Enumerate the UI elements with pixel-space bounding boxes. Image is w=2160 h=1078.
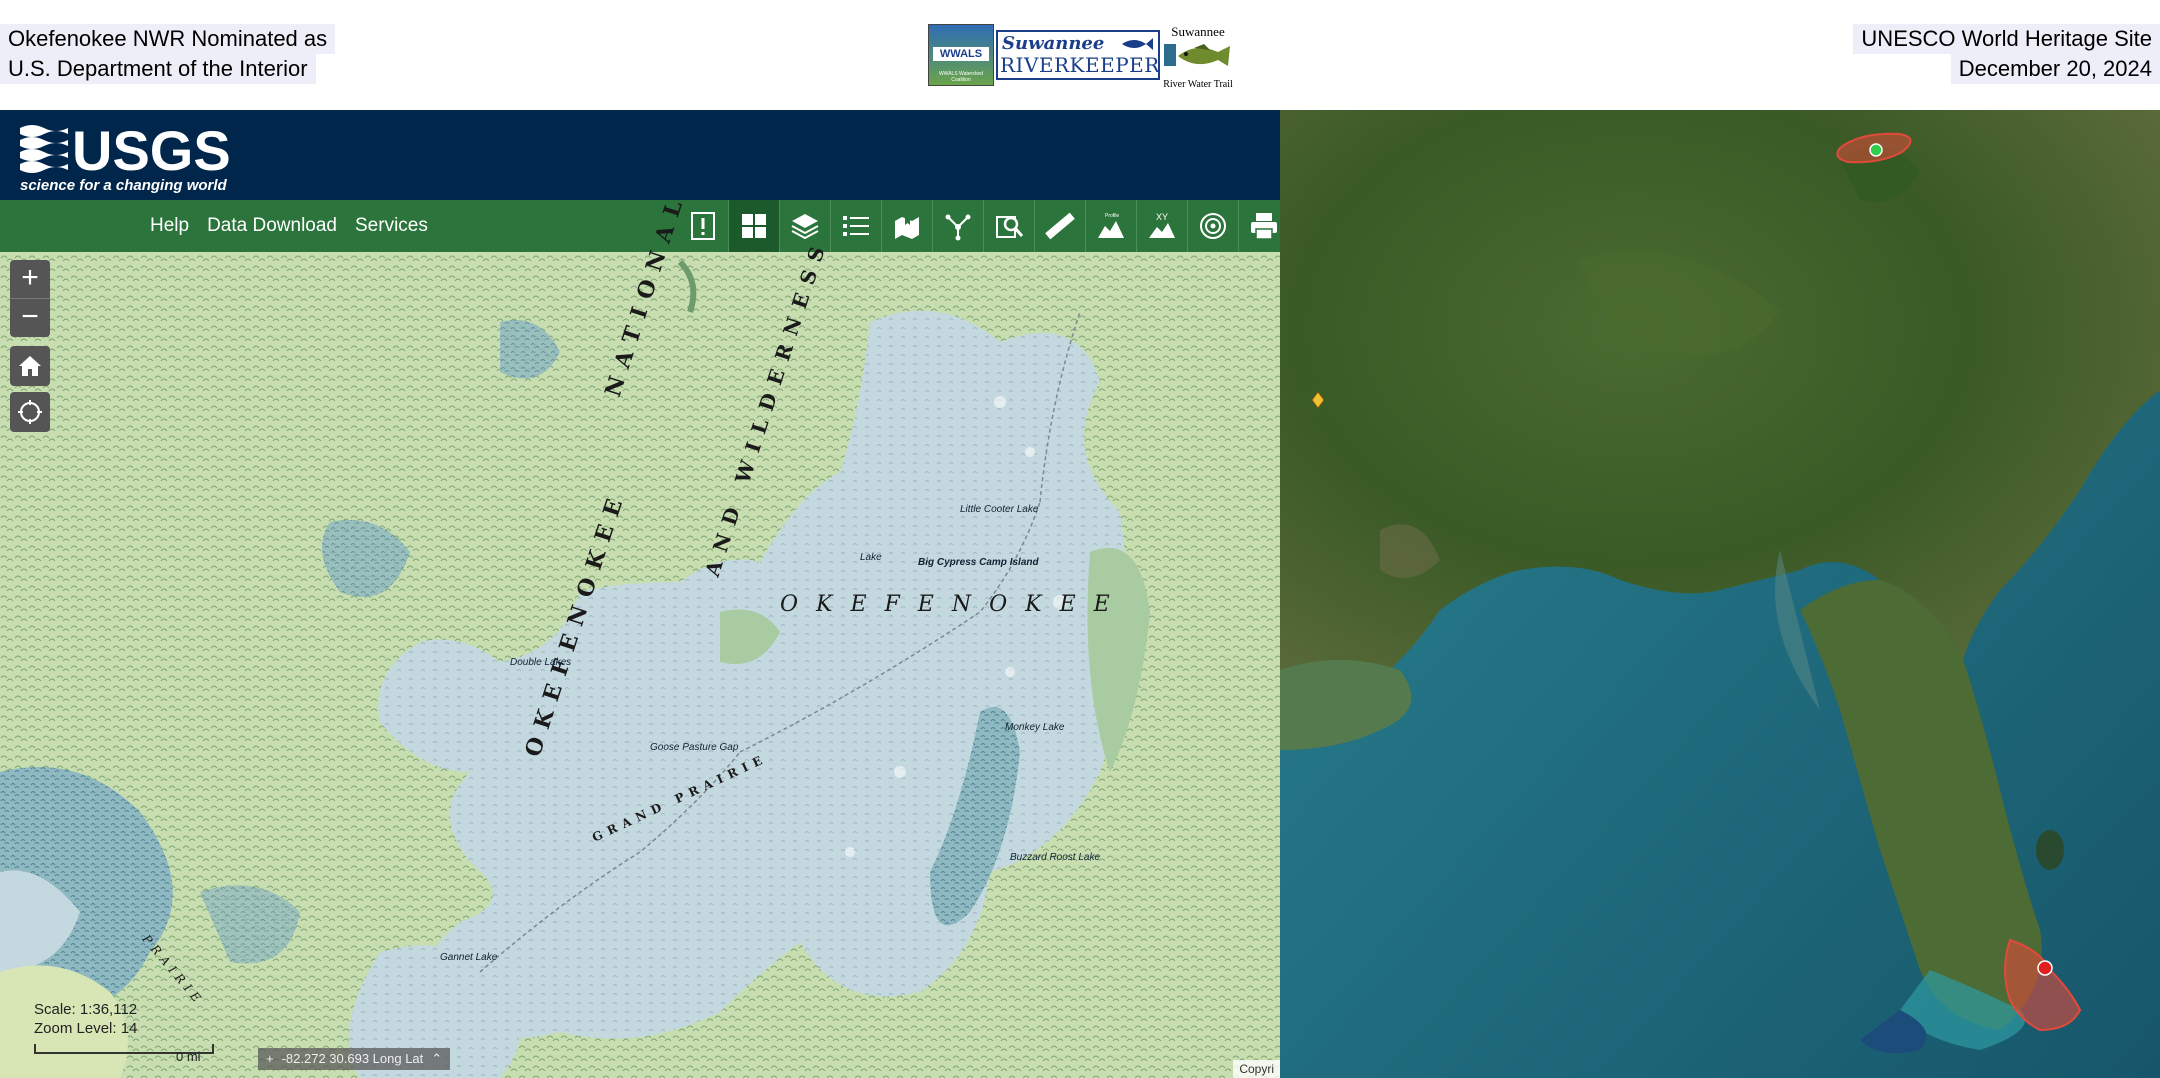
copyright-text: Copyri (1233, 1060, 1280, 1078)
coords-expand-icon[interactable]: + (266, 1048, 274, 1070)
bass-icon (1164, 44, 1230, 66)
water-trail-logo-bottom: River Water Trail (1163, 79, 1233, 90)
caption-right: UNESCO World Heritage Site December 20, … (1853, 24, 2160, 84)
nav-services[interactable]: Services (355, 215, 428, 237)
riverkeeper-logo: Suwannee RIVERKEEPER (996, 30, 1160, 80)
svg-text:XY: XY (1156, 212, 1168, 222)
search-map-button[interactable] (983, 200, 1034, 252)
print-button[interactable] (1238, 200, 1280, 252)
wwals-logo-text: WWALS (933, 47, 989, 61)
usgs-nav: Help Data Download Services (150, 200, 428, 252)
print-icon (1251, 213, 1277, 240)
measure-icon (1045, 212, 1075, 240)
label-lake: Lake (860, 552, 882, 563)
alert-icon (691, 212, 715, 240)
label-gannet-lake: Gannet Lake (440, 952, 498, 963)
topo-map[interactable]: NATIONAL AND WILDERNESS OKEFENOKEE OKEFE… (0, 188, 1280, 1078)
legend-button[interactable] (830, 200, 881, 252)
target-button[interactable] (1187, 200, 1238, 252)
water-trail-logo: Suwannee River Water Trail (1162, 24, 1234, 90)
caption-left: Okefenokee NWR Nominated as U.S. Departm… (0, 24, 336, 84)
topo-map-canvas[interactable] (0, 252, 1280, 1078)
fish-icon (1122, 38, 1153, 50)
label-buzzard-roost-lake: Buzzard Roost Lake (1010, 852, 1101, 863)
tool-row: Profile XY (678, 200, 1280, 252)
svg-text:Profile: Profile (1105, 213, 1119, 219)
usgs-toolbar: Help Data Download Services Profile XY (0, 200, 1280, 252)
label-little-cooter-lake: Little Cooter Lake (960, 504, 1039, 515)
target-icon (1200, 213, 1226, 239)
locate-button[interactable] (10, 392, 50, 432)
basemap-grid-button[interactable] (728, 200, 779, 252)
wwals-logo: WWALS WWALS Watershed Coalition (928, 24, 994, 86)
list-icon (843, 216, 869, 236)
label-big-cypress-camp: Big Cypress Camp Island (918, 557, 1039, 568)
caption-left-line2: U.S. Department of the Interior (0, 54, 316, 84)
grid-icon (742, 214, 766, 238)
riverkeeper-logo-top: Suwannee (1002, 33, 1105, 54)
xy-button[interactable]: XY (1136, 200, 1187, 252)
zoom-level-value: Zoom Level: 14 (34, 1020, 138, 1037)
caption-right-line2: December 20, 2024 (1950, 54, 2160, 84)
wwals-logo-sub: WWALS Watershed Coalition (938, 71, 984, 83)
share-button[interactable] (932, 200, 983, 252)
profile-icon: Profile (1098, 213, 1124, 238)
coords-toggle-icon[interactable]: ⌃ (431, 1048, 442, 1070)
search-map-icon (996, 216, 1024, 238)
usgs-map-viewer: USGS science for a changing world Help D… (0, 110, 1280, 1078)
measure-button[interactable] (1034, 200, 1085, 252)
scale-value: Scale: 1:36,112 (34, 1001, 138, 1018)
usgs-logo[interactable]: USGS science for a changing world (18, 120, 254, 196)
zoom-control: + − (10, 260, 50, 337)
locate-icon (18, 400, 42, 424)
satellite-map-canvas[interactable] (1280, 110, 2160, 1078)
home-button[interactable] (10, 346, 50, 386)
bookmark-button[interactable] (881, 200, 932, 252)
banner: Okefenokee NWR Nominated as U.S. Departm… (0, 0, 2160, 110)
marker-red-pin[interactable] (2037, 960, 2053, 976)
usgs-tagline: science for a changing world (20, 177, 228, 194)
xy-icon: XY (1149, 212, 1175, 238)
scale-bar-label: 0 mi (176, 1049, 201, 1064)
scale-readout: Scale: 1:36,112 Zoom Level: 14 (34, 1000, 137, 1038)
zoom-in-button[interactable]: + (10, 260, 50, 298)
satellite-map[interactable] (1280, 110, 2160, 1078)
usgs-logo-text: USGS (72, 120, 231, 182)
water-trail-logo-top: Suwannee (1171, 24, 1225, 39)
nav-data-download[interactable]: Data Download (207, 215, 337, 237)
zoom-out-button[interactable]: − (10, 298, 50, 337)
profile-button[interactable]: Profile (1085, 200, 1136, 252)
label-monkey-lake: Monkey Lake (1005, 722, 1065, 733)
coordinate-readout: + -82.272 30.693 Long Lat ⌃ (258, 1048, 451, 1070)
usgs-header: USGS science for a changing world (0, 110, 1280, 200)
home-icon (19, 356, 41, 376)
logo-group: WWALS WWALS Watershed Coalition Suwannee… (928, 24, 1234, 90)
caption-right-line1: UNESCO World Heritage Site (1853, 24, 2160, 54)
coords-value: -82.272 30.693 Long Lat (281, 1051, 424, 1066)
bookmark-icon (895, 215, 919, 239)
caption-left-line1: Okefenokee NWR Nominated as (0, 24, 336, 54)
nav-help[interactable]: Help (150, 215, 189, 237)
label-goose-pasture-gap: Goose Pasture Gap (650, 742, 739, 753)
label-okefenokee-horizontal: OKEFENOKEE (780, 592, 1128, 617)
label-double-lakes: Double Lakes (510, 657, 572, 668)
riverkeeper-logo-bottom: RIVERKEEPER (1000, 53, 1160, 77)
marker-green-pin[interactable] (1869, 143, 1883, 157)
share-icon (945, 214, 971, 241)
